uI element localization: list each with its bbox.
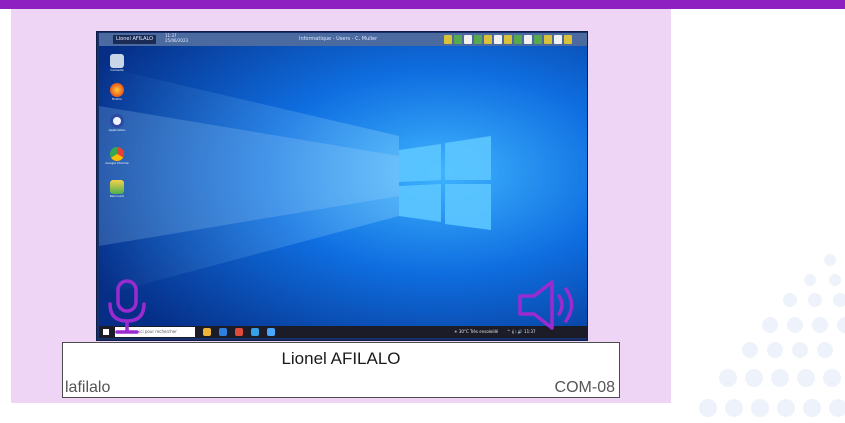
top-accent-bar: [0, 0, 845, 9]
taskbar-app-icon[interactable]: [251, 328, 259, 336]
remote-toolbar: [444, 35, 572, 44]
taskbar-weather: ☀ 30°C Très ensoleillé: [454, 329, 499, 334]
desktop-icon-recycle-bin[interactable]: Corbeille: [105, 54, 129, 72]
desktop-icon-shortcut[interactable]: Raccourci: [105, 180, 129, 198]
taskbar-app-icon[interactable]: [219, 328, 227, 336]
remote-screen-thumbnail[interactable]: Lionel AFILALO 11:37 25/06/2023 Informat…: [96, 31, 588, 341]
station-info-box: Lionel AFILALO lafilalo COM-08: [62, 342, 620, 398]
windows-desktop: Corbeille Firefox Application Google Chr…: [99, 46, 587, 326]
toolbar-icon: [464, 35, 472, 44]
toolbar-icon: [454, 35, 462, 44]
taskbar-app-icon[interactable]: [267, 328, 275, 336]
toolbar-icon: [524, 35, 532, 44]
toolbar-icon: [494, 35, 502, 44]
toolbar-icon: [474, 35, 482, 44]
toolbar-icon: [544, 35, 552, 44]
desktop-icon-firefox[interactable]: Firefox: [105, 83, 129, 101]
chrome-icon: [110, 147, 124, 161]
station-login: lafilalo: [65, 379, 111, 396]
toolbar-icon: [504, 35, 512, 44]
toolbar-icon: [564, 35, 572, 44]
toolbar-icon: [514, 35, 522, 44]
session-user-label: Lionel AFILALO: [113, 35, 157, 44]
toolbar-icon: [554, 35, 562, 44]
toolbar-icon: [484, 35, 492, 44]
firefox-icon: [110, 83, 124, 97]
recycle-bin-icon: [110, 54, 124, 68]
toolbar-icon: [444, 35, 452, 44]
taskbar-app-icon[interactable]: [203, 328, 211, 336]
windows-wallpaper: [99, 46, 587, 326]
remote-window-title: Informatique - Users - C. Muller: [299, 36, 378, 42]
station-hostname: COM-08: [554, 379, 615, 396]
folder-icon: [110, 180, 124, 194]
taskbar-apps: [203, 328, 275, 336]
desktop-icon-chrome[interactable]: Google Chrome: [105, 147, 129, 165]
remote-control-bar: Lionel AFILALO 11:37 25/06/2023 Informat…: [99, 33, 587, 46]
speaker-icon[interactable]: [516, 279, 582, 331]
desktop-icon-app[interactable]: Application: [105, 114, 129, 132]
toolbar-icon: [534, 35, 542, 44]
decorative-dot-pattern: [699, 254, 845, 417]
session-datetime: 11:37 25/06/2023: [165, 33, 189, 43]
page: Lionel AFILALO 11:37 25/06/2023 Informat…: [0, 0, 845, 423]
app-icon: [110, 114, 124, 128]
windows-taskbar: Taper ici pour rechercher ☀ 30°C Très en…: [99, 326, 587, 338]
station-user-name: Lionel AFILALO: [281, 349, 401, 368]
taskbar-app-icon[interactable]: [235, 328, 243, 336]
microphone-icon[interactable]: [104, 278, 150, 336]
